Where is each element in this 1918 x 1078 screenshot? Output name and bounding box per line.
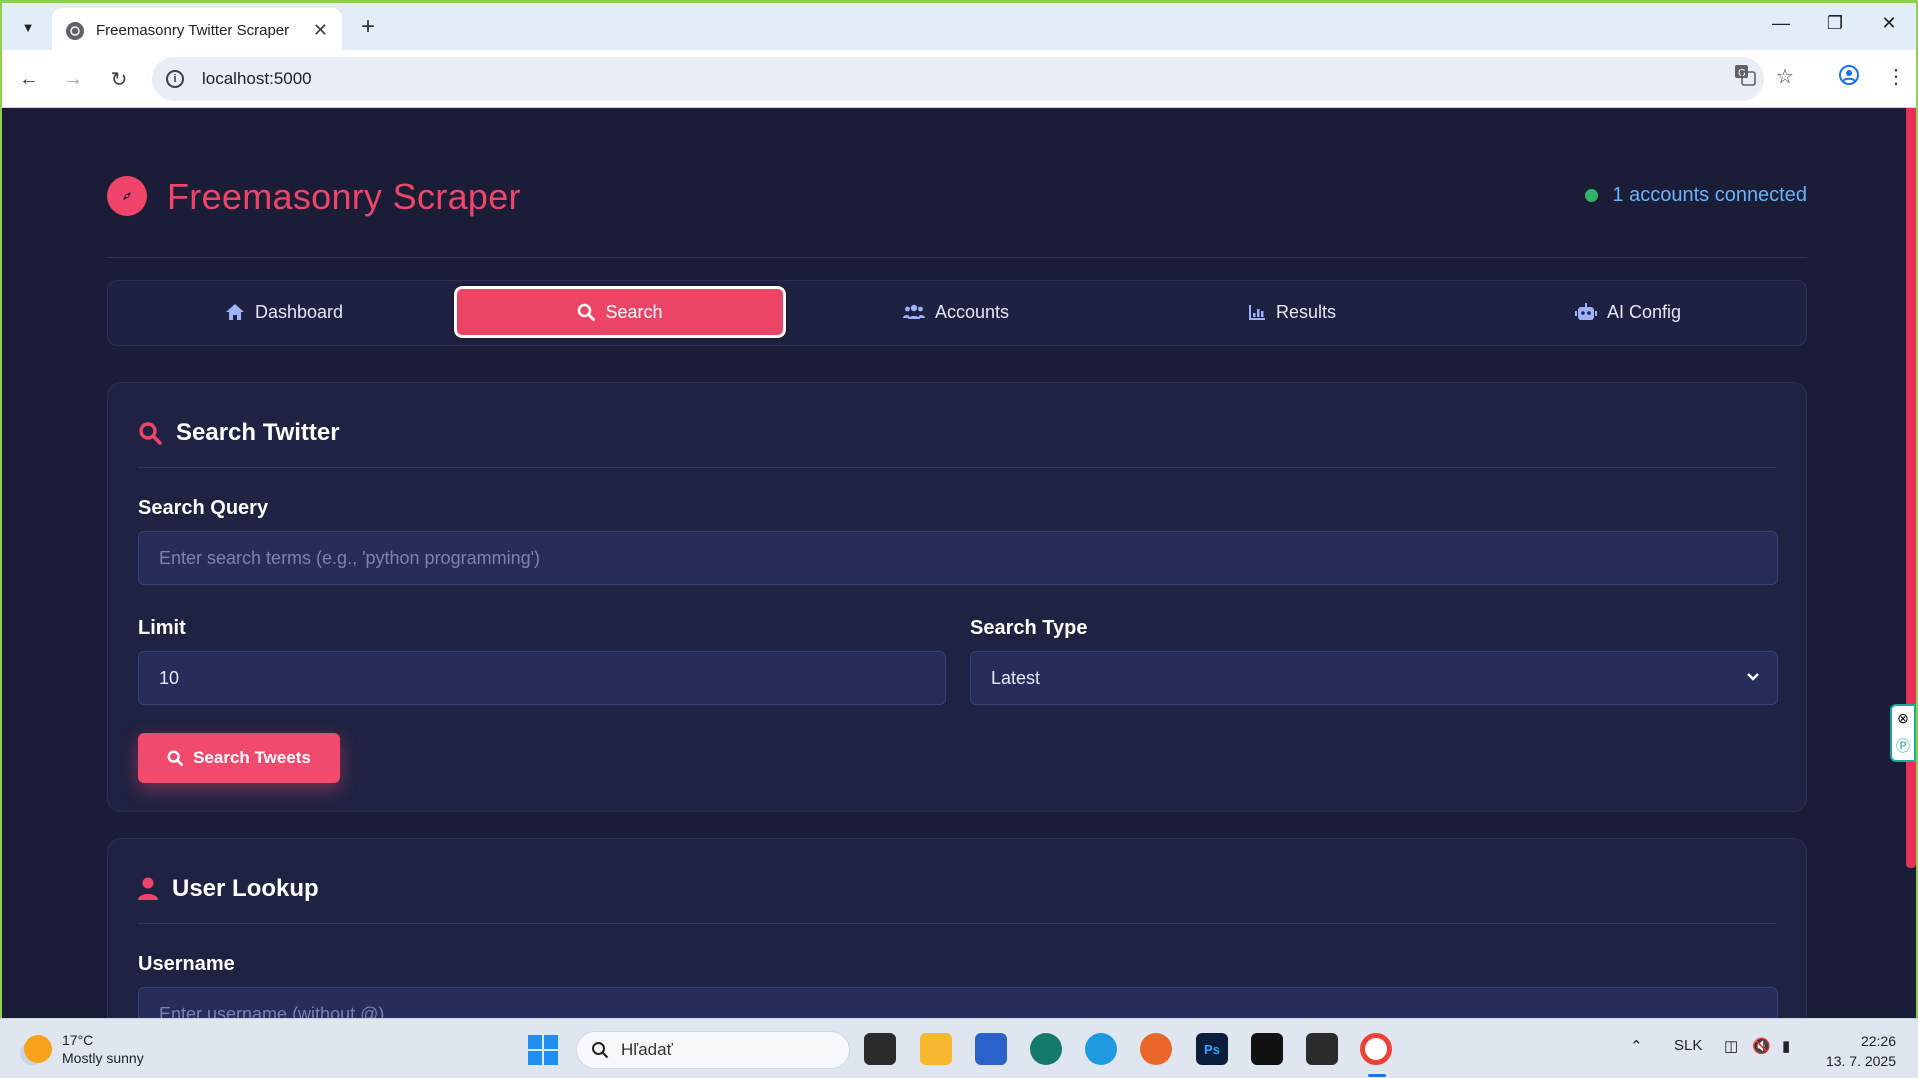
url-text: localhost:5000: [202, 69, 312, 88]
chrome-icon[interactable]: [1360, 1033, 1392, 1065]
close-circle-icon[interactable]: ⊗: [1897, 710, 1909, 727]
tab-label: Search: [605, 301, 663, 322]
task-view-icon[interactable]: [864, 1033, 896, 1065]
cube-app-icon[interactable]: [1251, 1033, 1283, 1065]
robot-icon: [1574, 303, 1597, 320]
compass-icon: [107, 176, 147, 216]
search-icon: [167, 750, 184, 766]
tab-ai-config[interactable]: AI Config: [1462, 286, 1794, 338]
username-label: Username: [138, 953, 235, 975]
windows-start-icon[interactable]: [528, 1035, 558, 1065]
tab-label: AI Config: [1606, 301, 1682, 322]
browser-tab[interactable]: Freemasonry Twitter Scraper ✕: [52, 8, 342, 53]
profile-icon[interactable]: [1838, 64, 1860, 92]
photoshop-icon[interactable]: Ps: [1196, 1033, 1228, 1065]
network-icon[interactable]: ◫: [1724, 1037, 1738, 1055]
reload-button[interactable]: ↻: [104, 64, 134, 94]
terminal-icon[interactable]: [1306, 1033, 1338, 1065]
tab-search-button[interactable]: ▼: [14, 13, 42, 41]
card-title: User Lookup: [138, 875, 319, 903]
tab-label: Results: [1275, 301, 1337, 322]
file-explorer-icon[interactable]: [920, 1033, 952, 1065]
search-type-select[interactable]: Latest: [970, 651, 1778, 705]
users-icon: [902, 304, 925, 319]
store-icon[interactable]: [975, 1033, 1007, 1065]
edge-icon[interactable]: [1085, 1033, 1117, 1065]
menu-icon[interactable]: ⋮: [1886, 64, 1906, 89]
globe-icon: [66, 21, 84, 40]
connection-status: 1 accounts connected: [1585, 184, 1807, 207]
restore-button[interactable]: ❐: [1820, 13, 1850, 34]
extension-icon[interactable]: Ⓟ: [1896, 736, 1910, 756]
windows-taskbar: 17°C Mostly sunny Hľadať Ps ⌃ SLK ◫ 🔇 ▮ …: [0, 1018, 1918, 1078]
minimize-button[interactable]: —: [1766, 13, 1796, 34]
weather-widget[interactable]: 17°C Mostly sunny: [24, 1031, 144, 1067]
close-window-button[interactable]: ✕: [1874, 13, 1904, 34]
status-dot-icon: [1585, 189, 1599, 202]
weather-sun-icon: [24, 1035, 52, 1063]
search-type-label: Search Type: [970, 617, 1088, 639]
active-app-indicator: [1368, 1074, 1386, 1077]
card-title: Search Twitter: [138, 419, 340, 447]
main-nav: Dashboard Search Accounts Results AI Con…: [107, 280, 1807, 346]
connection-status-text: 1 accounts connected: [1612, 184, 1807, 206]
browser-tab-strip: ▼ Freemasonry Twitter Scraper ✕ + — ❐ ✕: [0, 0, 1918, 53]
site-info-icon[interactable]: i: [166, 70, 184, 88]
divider: [138, 923, 1776, 924]
new-tab-button[interactable]: +: [354, 13, 382, 41]
search-tweets-label: Search Tweets: [193, 748, 311, 767]
temperature: 17°C: [62, 1032, 94, 1048]
tray-overflow-icon[interactable]: ⌃: [1630, 1037, 1643, 1055]
bookmark-star-icon[interactable]: ☆: [1776, 64, 1794, 89]
muted-speaker-icon[interactable]: 🔇: [1752, 1037, 1771, 1055]
time: 22:26: [1860, 1033, 1896, 1049]
app-title: Freemasonry Scraper: [167, 176, 521, 217]
forward-button[interactable]: →: [58, 64, 88, 94]
clock[interactable]: 22:26 13. 7. 2025: [1826, 1031, 1896, 1071]
card-title-text: Search Twitter: [176, 419, 340, 446]
tab-accounts[interactable]: Accounts: [790, 286, 1122, 338]
back-button[interactable]: ←: [14, 64, 44, 94]
tab-dashboard[interactable]: Dashboard: [118, 286, 450, 338]
language-indicator[interactable]: SLK: [1674, 1037, 1702, 1054]
limit-label: Limit: [138, 617, 186, 639]
user-icon: [138, 877, 158, 900]
page-content: ⊗ Ⓟ Freemasonry Scraper 1 accounts conne…: [0, 108, 1918, 1018]
side-widget[interactable]: ⊗ Ⓟ: [1890, 704, 1916, 762]
tab-label: Accounts: [934, 301, 1010, 322]
app-header: Freemasonry Scraper 1 accounts connected: [107, 168, 1807, 258]
firefox-icon[interactable]: [1140, 1033, 1172, 1065]
search-icon: [578, 303, 596, 321]
search-query-input[interactable]: Enter search terms (e.g., 'python progra…: [138, 531, 1778, 585]
chevron-down-icon: [1747, 673, 1759, 681]
translate-icon[interactable]: G: [1734, 64, 1756, 92]
search-tweets-button[interactable]: Search Tweets: [138, 733, 340, 783]
home-icon: [225, 304, 244, 320]
battery-icon[interactable]: ▮: [1782, 1037, 1790, 1055]
taskbar-search-placeholder: Hľadať: [621, 1040, 673, 1059]
search-query-label: Search Query: [138, 497, 269, 519]
username-input[interactable]: Enter username (without @): [138, 987, 1778, 1018]
card-title-text: User Lookup: [172, 875, 319, 902]
close-tab-icon[interactable]: ✕: [313, 20, 328, 41]
search-icon: [592, 1042, 609, 1059]
taskbar-search[interactable]: Hľadať: [576, 1031, 850, 1069]
vpn-icon[interactable]: [1030, 1033, 1062, 1065]
chart-icon: [1248, 305, 1265, 320]
search-type-value: Latest: [991, 667, 1041, 688]
date: 13. 7. 2025: [1825, 1053, 1896, 1069]
user-lookup-card: User Lookup Username Enter username (wit…: [107, 838, 1807, 1018]
browser-toolbar: ← → ↻ i localhost:5000 G ☆ ⋮: [0, 50, 1918, 108]
search-card: Search Twitter Search Query Enter search…: [107, 382, 1807, 812]
divider: [138, 467, 1776, 468]
weather-description: Mostly sunny: [62, 1050, 144, 1066]
tab-title: Freemasonry Twitter Scraper: [96, 22, 290, 39]
address-bar[interactable]: i localhost:5000: [152, 57, 1764, 101]
tab-label: Dashboard: [254, 301, 344, 322]
tab-results[interactable]: Results: [1126, 286, 1458, 338]
search-icon: [139, 422, 162, 445]
limit-input[interactable]: 10: [138, 651, 946, 705]
tab-search[interactable]: Search: [452, 284, 788, 340]
